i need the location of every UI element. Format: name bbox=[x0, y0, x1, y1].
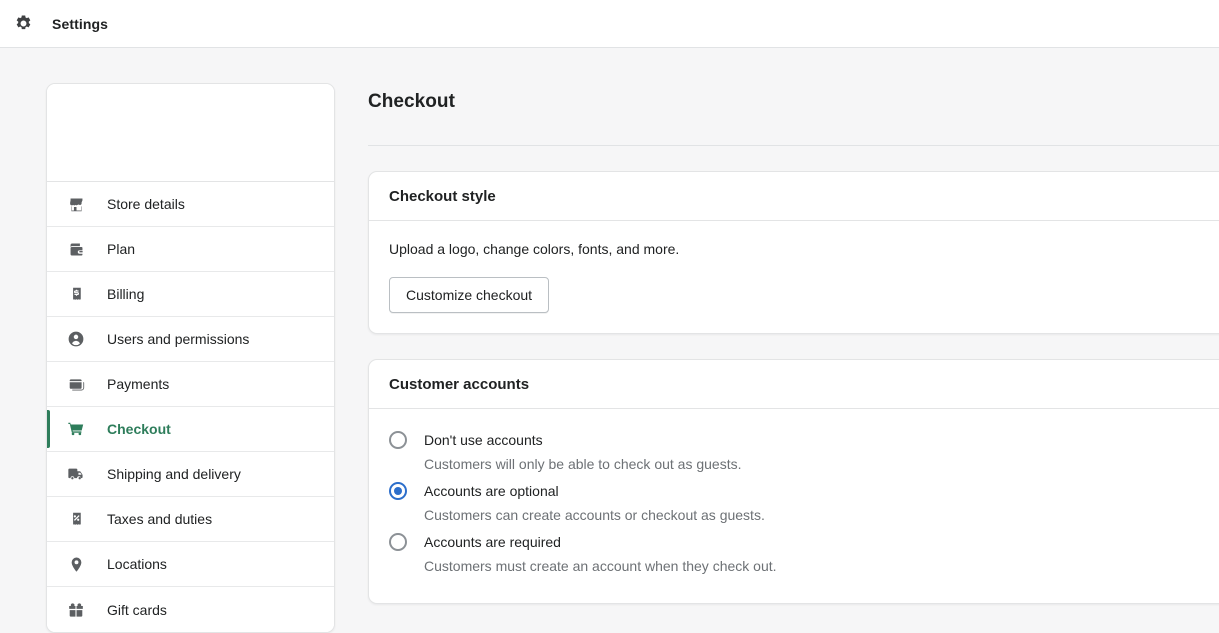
sidebar-item-shipping-and-delivery[interactable]: Shipping and delivery bbox=[47, 452, 334, 497]
sidebar-store-header bbox=[47, 84, 334, 182]
radio-option-accounts-are-required[interactable]: Accounts are required Customers must cre… bbox=[389, 532, 1219, 576]
shopping-cart-icon bbox=[66, 419, 86, 439]
checkout-style-heading: Checkout style bbox=[389, 188, 1219, 205]
gear-icon bbox=[8, 9, 38, 39]
radio-option-dont-use-accounts[interactable]: Don't use accounts Customers will only b… bbox=[389, 430, 1219, 474]
radio-option-text: Accounts are optional Customers can crea… bbox=[424, 481, 765, 525]
radio-button-checked-icon[interactable] bbox=[389, 482, 407, 500]
radio-option-help: Customers will only be able to check out… bbox=[424, 454, 742, 474]
sidebar-item-label: Billing bbox=[107, 286, 144, 302]
customize-checkout-button[interactable]: Customize checkout bbox=[389, 277, 549, 313]
sidebar-item-label: Store details bbox=[107, 196, 185, 212]
store-icon bbox=[66, 194, 86, 214]
radio-option-label: Accounts are optional bbox=[424, 483, 559, 499]
sidebar-item-billing[interactable]: Billing bbox=[47, 272, 334, 317]
sidebar-item-taxes-and-duties[interactable]: Taxes and duties bbox=[47, 497, 334, 542]
main-content: Checkout Checkout style Upload a logo, c… bbox=[335, 83, 1219, 604]
checkout-style-description: Upload a logo, change colors, fonts, and… bbox=[389, 241, 1219, 257]
credit-card-icon bbox=[66, 374, 86, 394]
sidebar-item-store-details[interactable]: Store details bbox=[47, 182, 334, 227]
top-bar: Settings bbox=[0, 0, 1219, 48]
user-circle-icon bbox=[66, 329, 86, 349]
sidebar-item-label: Taxes and duties bbox=[107, 511, 212, 527]
receipt-dollar-icon bbox=[66, 284, 86, 304]
customer-accounts-card-body: Don't use accounts Customers will only b… bbox=[369, 409, 1219, 603]
title-divider bbox=[368, 145, 1219, 146]
radio-option-text: Accounts are required Customers must cre… bbox=[424, 532, 777, 576]
sidebar-item-users-and-permissions[interactable]: Users and permissions bbox=[47, 317, 334, 362]
customer-accounts-card: Customer accounts Don't use accounts Cus… bbox=[368, 359, 1219, 604]
radio-option-help: Customers must create an account when th… bbox=[424, 556, 777, 576]
radio-option-accounts-are-optional[interactable]: Accounts are optional Customers can crea… bbox=[389, 481, 1219, 525]
settings-sidebar: Store details Plan Billing Users and per… bbox=[46, 83, 335, 633]
checkout-style-card-header: Checkout style bbox=[369, 172, 1219, 221]
radio-button-unchecked-icon[interactable] bbox=[389, 431, 407, 449]
sidebar-item-locations[interactable]: Locations bbox=[47, 542, 334, 587]
page-title: Checkout bbox=[368, 83, 1219, 113]
checkout-style-card-body: Upload a logo, change colors, fonts, and… bbox=[369, 221, 1219, 333]
sidebar-item-label: Gift cards bbox=[107, 602, 167, 618]
checkout-style-card: Checkout style Upload a logo, change col… bbox=[368, 171, 1219, 334]
radio-option-help: Customers can create accounts or checkou… bbox=[424, 505, 765, 525]
truck-icon bbox=[66, 464, 86, 484]
wallet-icon bbox=[66, 239, 86, 259]
page-title-settings: Settings bbox=[52, 16, 108, 32]
sidebar-item-label: Locations bbox=[107, 556, 167, 572]
gift-card-icon bbox=[66, 600, 86, 620]
page-container: Store details Plan Billing Users and per… bbox=[0, 48, 1219, 602]
receipt-percent-icon bbox=[66, 509, 86, 529]
sidebar-item-label: Payments bbox=[107, 376, 169, 392]
radio-option-label: Don't use accounts bbox=[424, 432, 543, 448]
sidebar-item-label: Plan bbox=[107, 241, 135, 257]
radio-button-unchecked-icon[interactable] bbox=[389, 533, 407, 551]
radio-option-text: Don't use accounts Customers will only b… bbox=[424, 430, 742, 474]
sidebar-item-checkout[interactable]: Checkout bbox=[47, 407, 334, 452]
radio-option-label: Accounts are required bbox=[424, 534, 561, 550]
sidebar-item-label: Shipping and delivery bbox=[107, 466, 241, 482]
sidebar-item-payments[interactable]: Payments bbox=[47, 362, 334, 407]
sidebar-item-label: Users and permissions bbox=[107, 331, 249, 347]
customer-accounts-card-header: Customer accounts bbox=[369, 360, 1219, 409]
sidebar-item-label: Checkout bbox=[107, 421, 171, 437]
map-pin-icon bbox=[66, 554, 86, 574]
customer-accounts-radio-group: Don't use accounts Customers will only b… bbox=[389, 429, 1219, 576]
sidebar-item-gift-cards[interactable]: Gift cards bbox=[47, 587, 334, 632]
sidebar-item-plan[interactable]: Plan bbox=[47, 227, 334, 272]
customer-accounts-heading: Customer accounts bbox=[389, 376, 1219, 393]
